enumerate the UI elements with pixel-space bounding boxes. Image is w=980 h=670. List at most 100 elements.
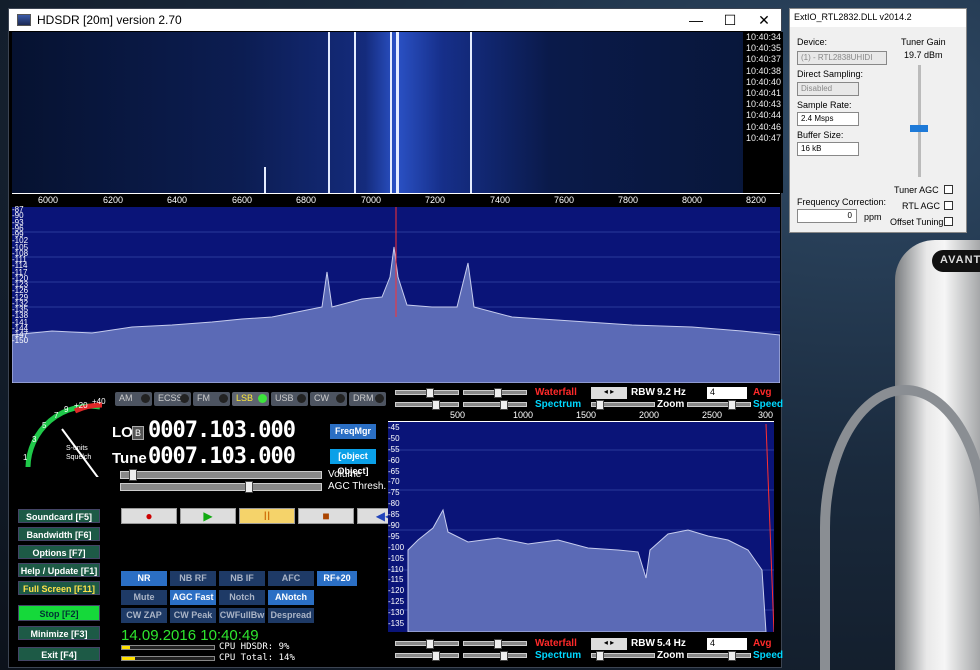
ppm-label: ppm xyxy=(864,212,882,222)
button-label: Options xyxy=(32,548,67,558)
af-speed-label: Speed xyxy=(753,650,784,661)
mode-usb-button[interactable]: USB xyxy=(271,392,308,406)
af-waterfall-slider-2[interactable] xyxy=(463,639,527,649)
volume-slider[interactable] xyxy=(120,469,322,481)
rf-waterfall-slider-2[interactable] xyxy=(463,388,527,398)
maximize-window-button[interactable]: ☐ xyxy=(713,9,747,31)
af-zoom-slider[interactable] xyxy=(591,651,655,661)
mode-ecss-button[interactable]: ECSS xyxy=(154,392,191,406)
direct-sampling-select[interactable]: Disabled xyxy=(797,82,859,96)
close-window-button[interactable]: ✕ xyxy=(747,9,781,31)
tune-frequency[interactable]: 0007.103.000 xyxy=(148,444,296,469)
af-spectrum[interactable] xyxy=(388,410,774,632)
slider-handle[interactable] xyxy=(596,400,604,410)
button-label: Stop xyxy=(39,609,60,619)
stop-button[interactable]: Stop [F2] xyxy=(18,605,100,621)
rf-speed-slider[interactable] xyxy=(687,400,751,410)
slider-handle[interactable] xyxy=(500,651,508,661)
minimize-button[interactable]: Minimize [F3] xyxy=(18,626,100,640)
af-avg-select[interactable]: 4 xyxy=(707,638,747,650)
mode-drm-button[interactable]: DRM xyxy=(349,392,386,406)
rf-spectrum[interactable] xyxy=(12,207,780,383)
slider-handle[interactable] xyxy=(426,639,434,649)
stop-playback-button[interactable]: ■ xyxy=(298,508,354,524)
af-spectrum-slider-1[interactable] xyxy=(395,651,459,661)
rf-spectrum-slider-2[interactable] xyxy=(463,400,527,410)
device-select[interactable]: (1) - RTL2838UHIDI xyxy=(797,51,887,65)
rf-waterfall[interactable] xyxy=(12,32,780,193)
notch-button[interactable]: Notch xyxy=(219,590,265,605)
rf-spectrum-slider-1[interactable] xyxy=(395,400,459,410)
slider-handle[interactable] xyxy=(432,651,440,661)
slider-handle[interactable] xyxy=(494,639,502,649)
anotch-button[interactable]: ANotch xyxy=(268,590,314,605)
record-button[interactable]: ● xyxy=(121,508,177,524)
slider-handle[interactable] xyxy=(426,388,434,398)
soundcard-button[interactable]: Soundcard [F5] xyxy=(18,509,100,523)
rf-frequency-scale[interactable]: 6000 6200 6400 6600 6800 7000 7200 7400 … xyxy=(12,193,780,207)
mode-cw-button[interactable]: CW xyxy=(310,392,347,406)
freqmgr-button[interactable]: FreqMgr xyxy=(330,424,376,439)
despread-button[interactable]: Despread xyxy=(268,608,314,623)
buffer-size-select[interactable]: 16 kB xyxy=(797,142,859,156)
help-update-button[interactable]: Help / Update [F1] xyxy=(18,563,100,577)
freq-correction-input[interactable]: 0 xyxy=(797,209,857,223)
microphone-brand: AVANT xyxy=(932,250,980,272)
waterfall-signal xyxy=(390,32,392,193)
nb-if-button[interactable]: NB IF xyxy=(219,571,265,586)
sample-rate-select[interactable]: 2.4 Msps xyxy=(797,112,859,126)
rtl-agc-checkbox[interactable] xyxy=(944,201,953,210)
agc-threshold-slider[interactable] xyxy=(120,481,322,493)
db-label: -75 xyxy=(388,488,400,498)
led-icon xyxy=(258,394,267,403)
mute-button[interactable]: Mute xyxy=(121,590,167,605)
minimize-window-button[interactable]: — xyxy=(679,9,713,31)
tuner-gain-slider[interactable] xyxy=(910,65,928,177)
cw-zap-button[interactable]: CW ZAP xyxy=(121,608,167,623)
full-screen-button[interactable]: Full Screen [F11] xyxy=(18,581,100,595)
slider-handle[interactable] xyxy=(245,481,253,493)
af-rbw-stepper[interactable]: ◂ ▸ xyxy=(591,638,627,650)
mode-am-button[interactable]: AM xyxy=(115,392,152,406)
extio-button[interactable]: [object Object] xyxy=(330,449,376,476)
mode-lsb-button[interactable]: LSB xyxy=(232,392,269,406)
nb-rf-button[interactable]: NB RF xyxy=(170,571,216,586)
rf-zoom-slider[interactable] xyxy=(591,400,655,410)
cw-fullbw-button[interactable]: CWFullBw xyxy=(219,608,265,623)
slider-handle[interactable] xyxy=(432,400,440,410)
rf-plus20-button[interactable]: RF+20 xyxy=(317,571,357,586)
tuner-agc-checkbox[interactable] xyxy=(944,185,953,194)
mode-fm-button[interactable]: FM xyxy=(193,392,230,406)
cpu-total-bar xyxy=(121,656,215,661)
play-button[interactable]: ▶ xyxy=(180,508,236,524)
slider-handle[interactable] xyxy=(728,651,736,661)
pause-button[interactable]: II xyxy=(239,508,295,524)
rf-avg-select[interactable]: 4 xyxy=(707,387,747,399)
offset-tuning-checkbox[interactable] xyxy=(944,217,953,226)
af-speed-slider[interactable] xyxy=(687,651,751,661)
afc-button[interactable]: AFC xyxy=(268,571,314,586)
rf-waterfall-slider-1[interactable] xyxy=(395,388,459,398)
af-waterfall-slider-1[interactable] xyxy=(395,639,459,649)
lo-b-badge[interactable]: B xyxy=(132,426,144,440)
slider-handle[interactable] xyxy=(494,388,502,398)
cw-peak-button[interactable]: CW Peak xyxy=(170,608,216,623)
slider-handle[interactable] xyxy=(129,469,137,481)
bandwidth-button[interactable]: Bandwidth [F6] xyxy=(18,527,100,541)
slider-handle[interactable] xyxy=(596,651,604,661)
nr-button[interactable]: NR xyxy=(121,571,167,586)
af-spectrum-slider-2[interactable] xyxy=(463,651,527,661)
slider-handle[interactable] xyxy=(500,400,508,410)
slider-handle[interactable] xyxy=(728,400,736,410)
timestamp: 10:40:40 xyxy=(745,76,781,87)
af-waterfall-label: Waterfall xyxy=(535,638,577,649)
agc-fast-button[interactable]: AGC Fast xyxy=(170,590,216,605)
options-button[interactable]: Options [F7] xyxy=(18,545,100,559)
slider-handle[interactable] xyxy=(910,125,928,132)
af-frequency-scale[interactable]: 500 1000 1500 2000 2500 300 xyxy=(388,410,774,422)
lo-frequency[interactable]: 0007.103.000 xyxy=(148,418,296,443)
rf-rbw-label: RBW xyxy=(631,387,655,398)
rf-rbw-stepper[interactable]: ◂ ▸ xyxy=(591,387,627,399)
smeter-tick: 9 xyxy=(64,405,69,414)
exit-button[interactable]: Exit [F4] xyxy=(18,647,100,661)
